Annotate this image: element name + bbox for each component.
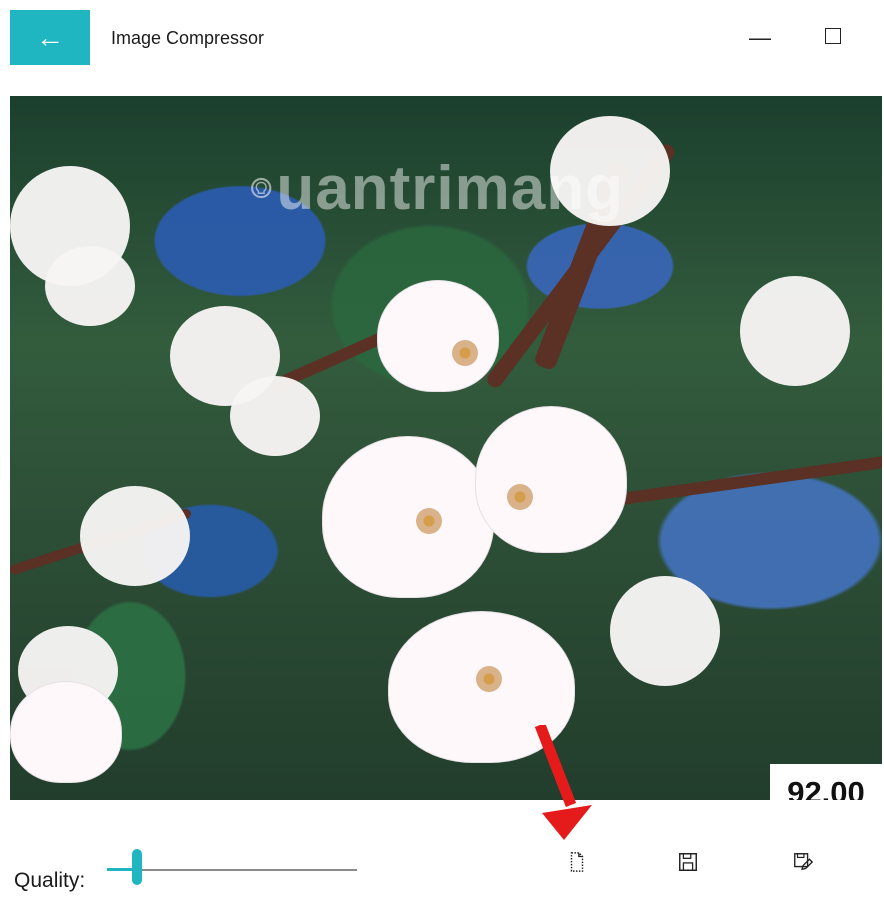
flower-center	[416, 508, 442, 534]
watermark-text: uantrimang	[276, 153, 624, 223]
quality-label: Quality:	[14, 869, 86, 892]
blossom-cluster	[230, 376, 320, 456]
window-title: Image Compressor	[111, 28, 265, 48]
blossom-cluster	[45, 246, 135, 326]
flower-petal	[322, 436, 494, 598]
flower-petal	[377, 280, 499, 392]
new-file-button[interactable]	[563, 848, 591, 876]
flower-center	[507, 484, 533, 510]
red-arrow-annotation	[534, 725, 592, 840]
minimize-button[interactable]: —	[748, 25, 772, 50]
flower-center	[476, 666, 502, 692]
tree-branch	[599, 455, 882, 508]
save-icon	[679, 853, 697, 871]
flower-petal	[10, 681, 122, 783]
flower-petal	[475, 406, 627, 553]
save-as-button[interactable]	[789, 848, 817, 876]
quality-value: 92.00	[787, 775, 865, 800]
blossom-cluster	[610, 576, 720, 686]
quality-slider-thumb[interactable]	[132, 849, 142, 885]
app-window: ← Image Compressor — uantrimang 92.00	[10, 10, 882, 895]
title-bar: ← Image Compressor —	[10, 10, 882, 65]
quality-value-display: 92.00	[770, 764, 882, 800]
quality-slider-track[interactable]	[107, 869, 357, 871]
save-button[interactable]	[674, 848, 702, 876]
maximize-button[interactable]	[825, 28, 841, 44]
file-icon	[570, 852, 584, 872]
blossom-cluster	[740, 276, 850, 386]
minimize-icon: —	[749, 25, 771, 50]
lightbulb-icon	[251, 177, 272, 199]
blossom-cluster	[80, 486, 190, 586]
back-button[interactable]: ←	[10, 10, 90, 65]
watermark: uantrimang	[250, 146, 624, 230]
preview-image: uantrimang 92.00	[10, 96, 882, 800]
flower-center	[452, 340, 478, 366]
save-edit-icon	[794, 853, 814, 871]
arrow-left-icon: ←	[36, 21, 64, 53]
